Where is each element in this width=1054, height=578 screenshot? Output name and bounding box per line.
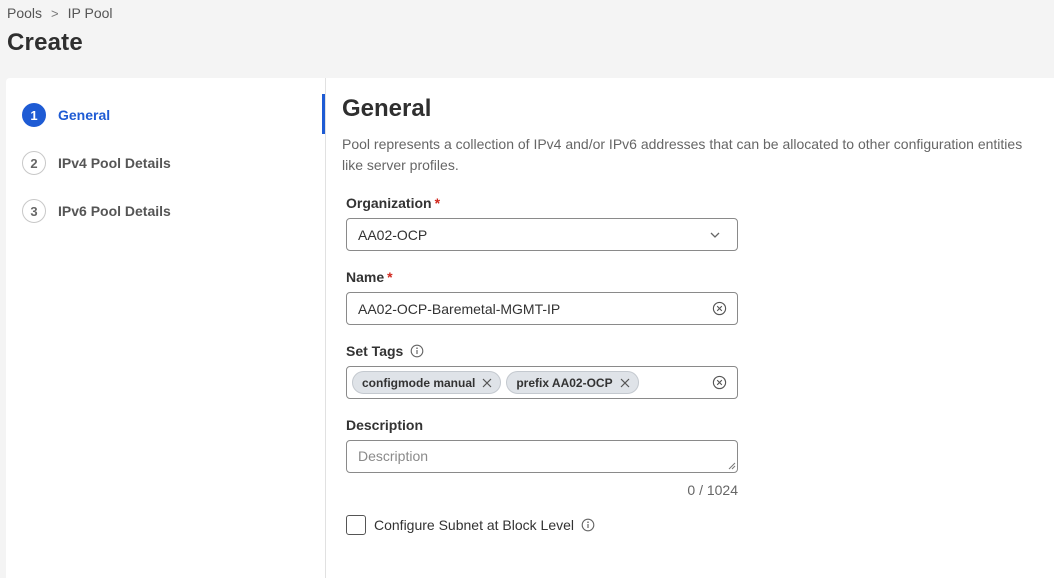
organization-select[interactable]: AA02-OCP [346,218,738,251]
organization-label: Organization * [346,195,440,211]
set-tags-label: Set Tags [346,343,424,359]
breadcrumb-pools[interactable]: Pools [7,5,42,21]
page-header: Pools > IP Pool Create [0,0,1054,76]
clear-circle-icon[interactable] [712,375,727,390]
description-textarea[interactable] [346,440,738,473]
step-label: IPv4 Pool Details [58,155,171,171]
info-icon[interactable] [410,344,424,358]
description-label: Description [346,417,423,433]
description-label-text: Description [346,417,424,433]
chevron-right-icon: > [51,5,59,21]
required-mark: * [434,195,441,211]
set-tags-input[interactable]: configmode manual prefix AA02-OCP [346,366,738,399]
step-label: General [58,107,111,123]
step-ipv6-pool-details[interactable]: 3 IPv6 Pool Details [22,199,171,223]
close-icon[interactable] [620,378,630,388]
configure-subnet-label[interactable]: Configure Subnet at Block Level [374,517,574,533]
chevron-down-icon [710,232,720,238]
tag-chip[interactable]: prefix AA02-OCP [506,371,639,394]
organization-label-text: Organization [346,195,432,211]
name-label: Name * [346,269,393,285]
active-step-indicator [322,94,325,134]
wizard-card: 1 General 2 IPv4 Pool Details 3 IPv6 Poo… [6,78,1054,578]
close-icon[interactable] [482,378,492,388]
step-number: 1 [22,103,46,127]
configure-subnet-row: Configure Subnet at Block Level [346,515,595,535]
description-char-counter: 0 / 1024 [687,482,738,498]
name-value: AA02-OCP-Baremetal-MGMT-IP [358,300,561,317]
name-input[interactable]: AA02-OCP-Baremetal-MGMT-IP [346,292,738,325]
step-label: IPv6 Pool Details [58,203,171,219]
page-title: Create [7,29,83,56]
clear-circle-icon[interactable] [712,301,727,316]
tag-label: prefix AA02-OCP [516,375,613,390]
step-number: 3 [22,199,46,223]
wizard-stepper: 1 General 2 IPv4 Pool Details 3 IPv6 Poo… [6,78,326,578]
tag-label: configmode manual [362,375,476,390]
breadcrumb: Pools > IP Pool [7,5,113,21]
info-icon[interactable] [581,518,595,532]
breadcrumb-ip-pool[interactable]: IP Pool [68,5,113,21]
step-number: 2 [22,151,46,175]
step-general[interactable]: 1 General [22,103,110,127]
section-title: General [342,95,432,122]
required-mark: * [387,269,393,285]
tag-chip[interactable]: configmode manual [352,371,502,394]
name-label-text: Name [346,269,385,285]
configure-subnet-checkbox[interactable] [346,515,366,535]
section-description: Pool represents a collection of IPv4 and… [342,136,1023,173]
set-tags-label-text: Set Tags [346,343,404,359]
step-ipv4-pool-details[interactable]: 2 IPv4 Pool Details [22,151,171,175]
organization-value: AA02-OCP [358,226,428,243]
